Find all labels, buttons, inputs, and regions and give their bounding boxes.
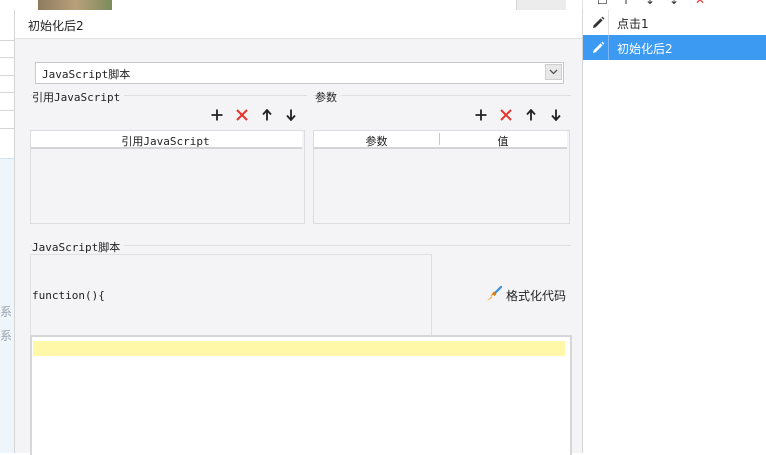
delete-icon[interactable] (498, 107, 514, 123)
background-photo (38, 0, 112, 10)
column-header-param[interactable]: 参数 (314, 133, 439, 149)
format-code-button[interactable]: 格式化代码 (486, 285, 567, 305)
event-list-item[interactable]: 点击1 (583, 10, 766, 35)
delete-icon[interactable]: ✕ (695, 0, 705, 6)
format-code-label: 格式化代码 (506, 288, 567, 303)
event-list-item-label: 初始化后2 (617, 42, 673, 56)
chevron-down-icon[interactable] (545, 64, 562, 80)
event-list-toolbar: ☐ ↑ ↓ ⇣ ✕ (583, 0, 766, 6)
arrow-down-icon[interactable] (283, 107, 299, 123)
ref-js-group-label: 引用JavaScript (32, 89, 125, 105)
script-group-label: JavaScript脚本 (32, 239, 125, 255)
up-icon[interactable]: ↑ (621, 0, 631, 6)
params-table: 参数 值 (313, 130, 570, 224)
background-panel: 系 系 (0, 158, 14, 453)
event-list-item-label: 点击1 (617, 17, 649, 31)
down-icon[interactable]: ↓ (645, 0, 655, 6)
function-signature: function(){ (32, 289, 105, 302)
code-editor[interactable] (30, 335, 572, 455)
arrow-down-icon[interactable] (548, 107, 564, 123)
script-type-select[interactable]: JavaScript脚本 (35, 62, 564, 84)
table-header: 引用JavaScript (31, 131, 302, 149)
add-icon[interactable] (473, 107, 489, 123)
arrow-up-icon[interactable] (523, 107, 539, 123)
pencil-icon (587, 38, 609, 57)
group-divider (313, 95, 571, 96)
background-text: 系 (0, 305, 13, 319)
move-icon[interactable]: ⇣ (669, 0, 679, 6)
params-group-label: 参数 (315, 89, 341, 105)
broom-icon (486, 285, 503, 305)
script-type-value: JavaScript脚本 (42, 68, 131, 81)
pencil-icon (587, 13, 609, 32)
table-header: 参数 值 (314, 131, 567, 149)
column-header[interactable]: 引用JavaScript (31, 133, 300, 149)
dialog-title: 初始化后2 (28, 19, 84, 33)
delete-icon[interactable] (234, 107, 250, 123)
ref-js-table: 引用JavaScript (30, 130, 305, 224)
script-dialog: 初始化后2 JavaScript脚本 引用JavaScript 引用JavaSc… (14, 10, 583, 455)
event-list-item-selected[interactable]: 初始化后2 (583, 35, 766, 60)
dialog-title-bar: 初始化后2 (15, 10, 582, 39)
background-text: 系 (0, 329, 13, 343)
column-header-value[interactable]: 值 (440, 133, 566, 149)
add-icon[interactable] (209, 107, 225, 123)
add-icon[interactable]: ☐ (597, 0, 608, 6)
arrow-up-icon[interactable] (259, 107, 275, 123)
active-line-highlight (33, 341, 565, 356)
function-header-area: function(){ (30, 254, 432, 337)
event-list-panel: ☐ ↑ ↓ ⇣ ✕ 点击1 初始化后2 (582, 0, 766, 453)
